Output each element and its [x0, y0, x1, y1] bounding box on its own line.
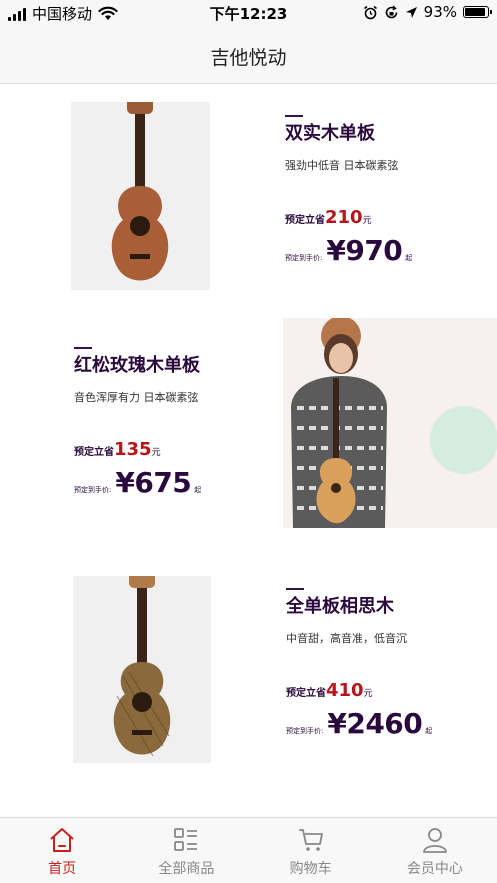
ukulele-icon: [111, 86, 169, 281]
product-info-1: 双实木单板 强劲中低音 日本碳素弦 预定立省 210 元 预定到手价: ¥970…: [285, 115, 412, 267]
savings-line: 预定立省 135 元: [74, 439, 201, 460]
rotation-lock-icon: [385, 5, 397, 18]
title-accent-bar: [285, 115, 303, 117]
price-suffix: 起: [405, 254, 413, 262]
cart-icon: [298, 829, 323, 851]
price-suffix: 起: [194, 486, 202, 494]
product-image-2[interactable]: [283, 318, 497, 528]
savings-label: 预定立省: [74, 447, 114, 458]
tab-home[interactable]: 首页: [0, 818, 124, 883]
user-icon: [422, 828, 447, 853]
title-accent-bar: [286, 588, 304, 590]
product-card-3[interactable]: 全单板相思木 中音甜，高音准，低音沉 预定立省 410 元 预定到手价: ¥24…: [0, 556, 497, 786]
savings-unit: 元: [363, 689, 373, 699]
price-value: ¥675: [115, 466, 192, 499]
product-title[interactable]: 双实木单板: [285, 119, 412, 145]
title-accent-bar: [74, 347, 92, 349]
product-subtitle: 中音甜，高音准，低音沉: [286, 632, 407, 645]
savings-amount: 410: [326, 680, 364, 701]
product-image-3[interactable]: [73, 560, 211, 763]
savings-label: 预定立省: [285, 215, 325, 226]
status-bar: 中国移动 下午12:23 93%: [0, 0, 497, 26]
tab-all-products[interactable]: 全部商品: [124, 818, 248, 883]
category-icon: [174, 828, 198, 851]
alarm-icon: [363, 5, 377, 19]
savings-amount: 135: [114, 439, 152, 460]
page-title: 吉他悦动: [210, 47, 287, 69]
model-with-ukulele: [291, 318, 497, 528]
tab-bar: 首页 全部商品 购物车 会员中心: [0, 817, 497, 883]
status-right: 93%: [363, 3, 492, 21]
product-subtitle: 音色浑厚有力 日本碳素弦: [74, 391, 199, 404]
product-card-1[interactable]: 双实木单板 强劲中低音 日本碳素弦 预定立省 210 元 预定到手价: ¥970…: [0, 84, 497, 314]
product-info-3: 全单板相思木 中音甜，高音准，低音沉 预定立省 410 元 预定到手价: ¥24…: [286, 588, 432, 740]
price-line: 预定到手价: ¥675 起: [74, 466, 201, 499]
savings-line: 预定立省 410 元: [286, 680, 432, 701]
battery-icon: [463, 6, 492, 18]
home-icon: [50, 828, 74, 852]
product-image-1[interactable]: [71, 86, 210, 290]
product-title[interactable]: 红松玫瑰木单板: [74, 351, 201, 377]
ukulele-icon: [113, 560, 171, 757]
battery-percent: 93%: [423, 3, 457, 21]
price-line: 预定到手价: ¥2460 起: [286, 707, 432, 740]
savings-unit: 元: [151, 448, 161, 458]
tab-label: 首页: [48, 861, 77, 877]
tab-cart[interactable]: 购物车: [249, 818, 373, 883]
product-info-2: 红松玫瑰木单板 音色浑厚有力 日本碳素弦 预定立省 135 元 预定到手价: ¥…: [74, 347, 201, 499]
savings-unit: 元: [362, 216, 372, 226]
product-subtitle: 强劲中低音 日本碳素弦: [285, 159, 399, 172]
savings-amount: 210: [325, 207, 363, 228]
price-value: ¥970: [326, 234, 403, 267]
price-label: 预定到手价:: [286, 727, 324, 735]
price-value: ¥2460: [327, 707, 423, 740]
product-card-2[interactable]: 红松玫瑰木单板 音色浑厚有力 日本碳素弦 预定立省 135 元 预定到手价: ¥…: [0, 316, 497, 530]
price-label: 预定到手价:: [285, 254, 323, 262]
price-suffix: 起: [425, 727, 433, 735]
savings-label: 预定立省: [286, 688, 326, 699]
tab-label: 会员中心: [406, 861, 463, 877]
tab-label: 全部商品: [158, 861, 215, 877]
price-label: 预定到手价:: [74, 486, 112, 494]
tab-label: 购物车: [289, 861, 332, 877]
price-line: 预定到手价: ¥970 起: [285, 234, 412, 267]
nav-bar: 吉他悦动: [0, 26, 497, 84]
tab-member-center[interactable]: 会员中心: [373, 818, 497, 883]
savings-line: 预定立省 210 元: [285, 207, 412, 228]
location-icon: [405, 6, 417, 18]
product-title[interactable]: 全单板相思木: [286, 592, 432, 618]
